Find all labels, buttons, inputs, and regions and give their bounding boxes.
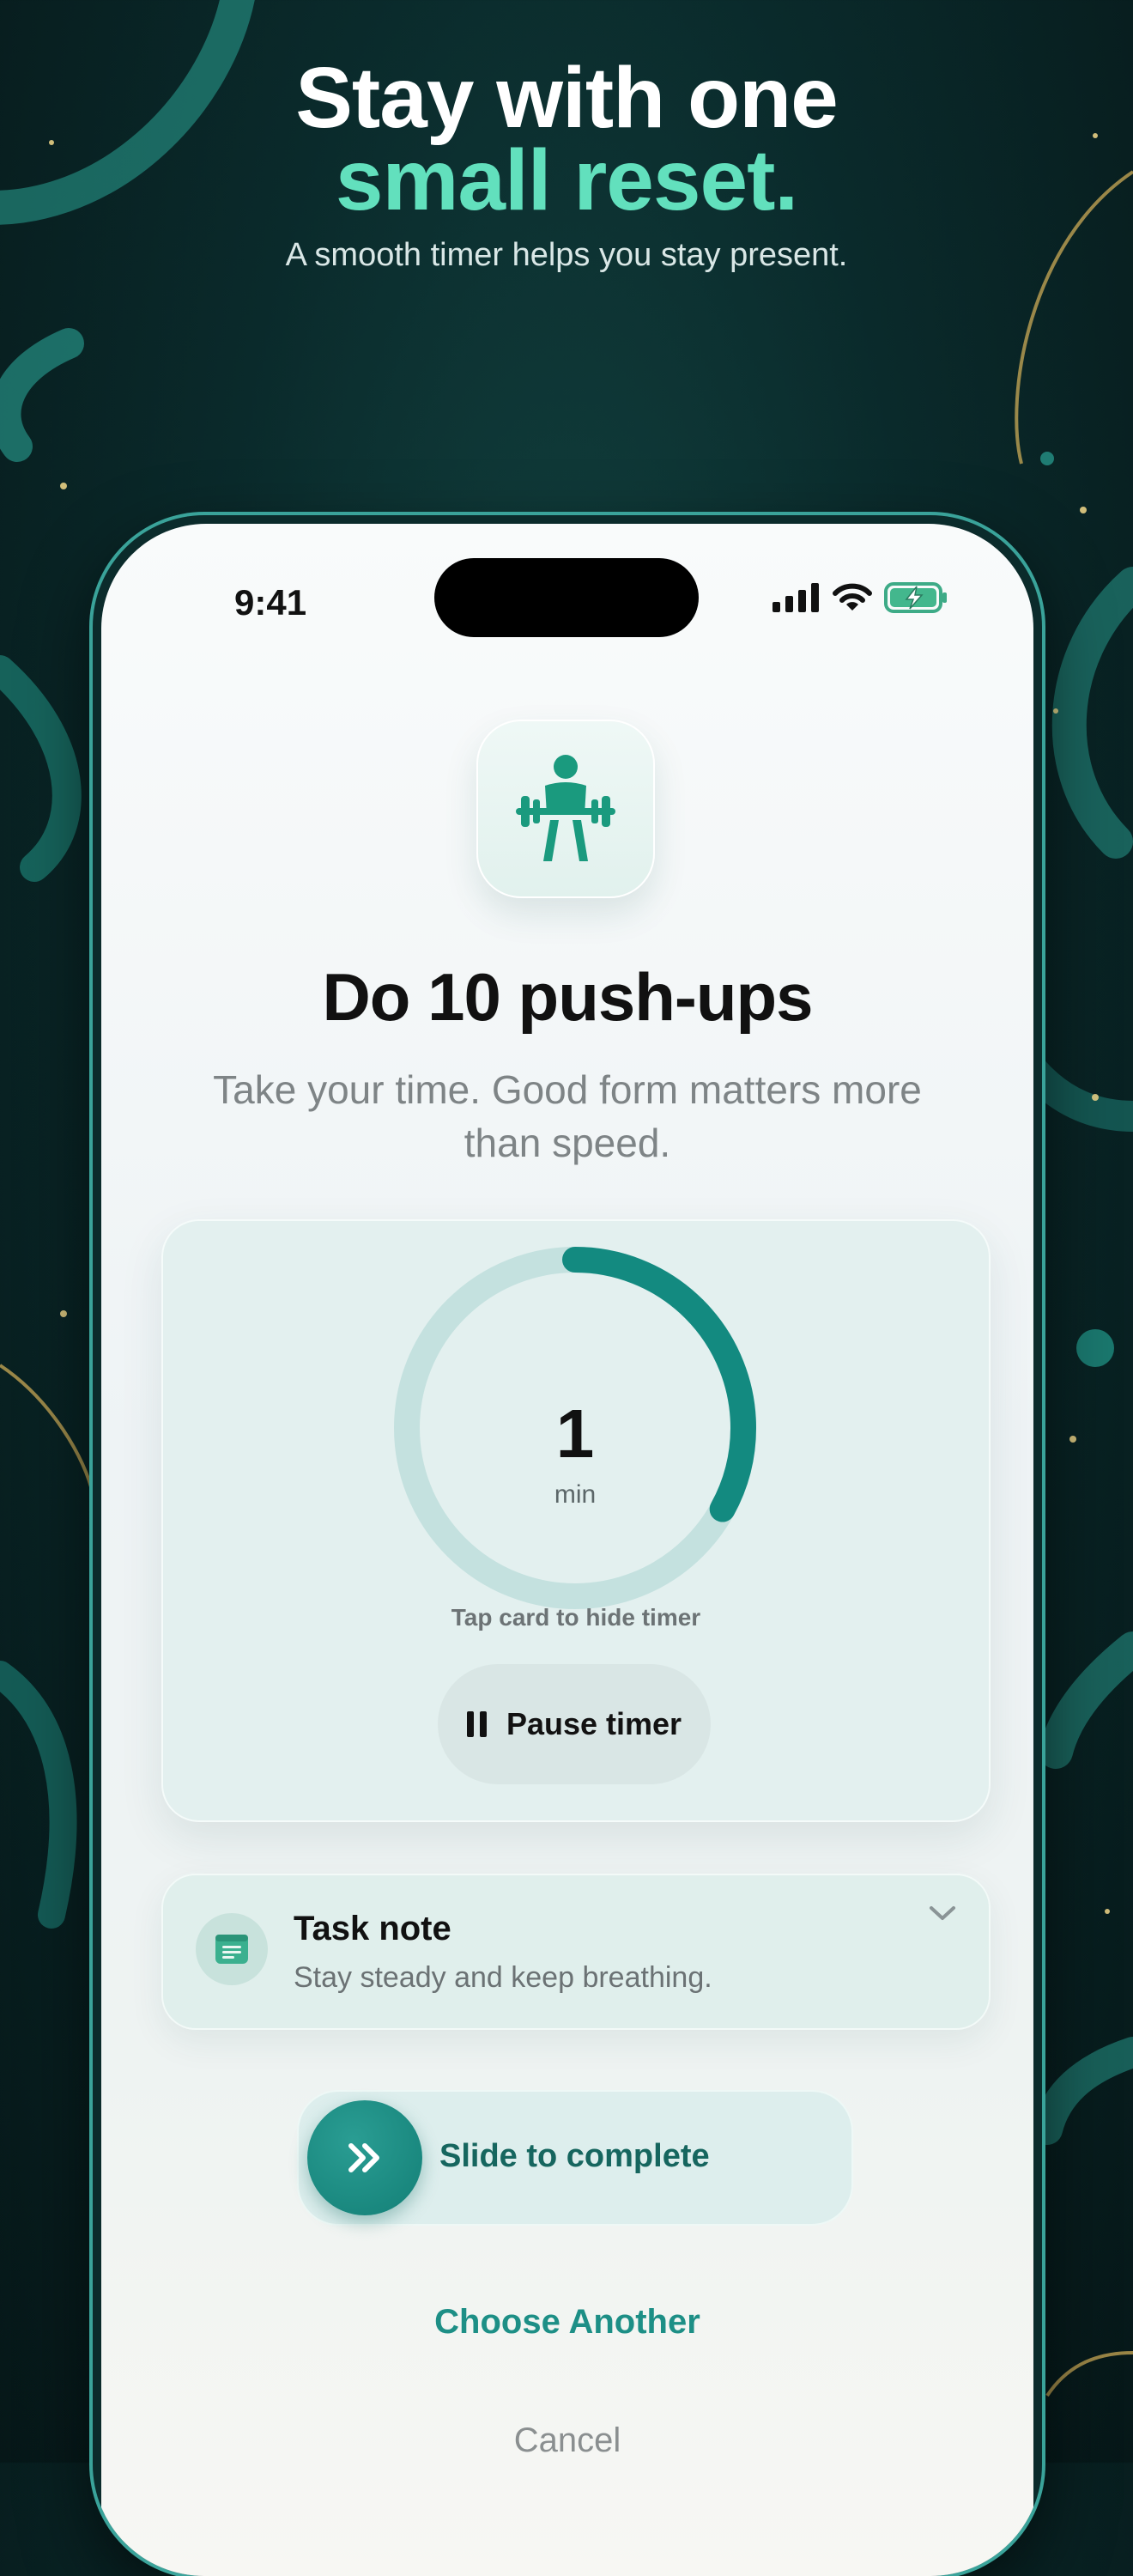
phone-frame: 9:41 Do 10 push-ups Take your time. Good… xyxy=(93,515,1042,2576)
slide-to-complete-label: Slide to complete xyxy=(439,2138,710,2174)
slider-knob[interactable] xyxy=(307,2100,422,2215)
task-title: Do 10 push-ups xyxy=(322,959,813,1035)
pause-timer-button[interactable]: Pause timer xyxy=(438,1664,711,1784)
dynamic-island xyxy=(434,558,699,637)
timer-value: 1 xyxy=(555,1395,595,1472)
status-icons xyxy=(772,582,949,613)
choose-another-button[interactable]: Choose Another xyxy=(101,2303,1033,2342)
headline-line-2: small reset. xyxy=(335,132,798,228)
status-bar: 9:41 xyxy=(101,524,1033,661)
status-time: 9:41 xyxy=(234,582,307,623)
pause-icon xyxy=(466,1711,487,1737)
headline-line-1: Stay with one xyxy=(295,50,839,146)
note-icon-badge xyxy=(196,1913,268,1985)
task-note-text: Stay steady and keep breathing. xyxy=(294,1961,712,1994)
battery-charging-icon xyxy=(884,582,947,613)
phone-screen: 9:41 Do 10 push-ups Take your time. Good… xyxy=(101,524,1033,2576)
headline-subtitle: A smooth timer helps you stay present. xyxy=(285,237,848,273)
task-icon-tile xyxy=(476,720,655,898)
slide-to-complete[interactable]: Slide to complete xyxy=(297,2090,853,2226)
hero-headline: Stay with one small reset. A smooth time… xyxy=(0,50,1133,274)
note-icon xyxy=(215,1935,248,1964)
cancel-button[interactable]: Cancel xyxy=(101,2421,1033,2460)
timer-hint: Tap card to hide timer xyxy=(451,1604,701,1631)
task-note-title: Task note xyxy=(294,1910,451,1947)
timer-ring: 1 min xyxy=(391,1243,760,1613)
weightlifter-icon xyxy=(516,755,615,861)
double-chevron-right-icon xyxy=(348,2143,379,2172)
task-description: Take your time. Good form matters more t… xyxy=(213,1067,922,1165)
wifi-icon xyxy=(833,583,872,611)
signal-icon xyxy=(772,583,819,612)
timer-unit: min xyxy=(554,1480,597,1509)
chevron-down-icon[interactable] xyxy=(929,1905,956,1922)
pause-timer-label: Pause timer xyxy=(506,1706,682,1741)
task-note-card[interactable]: Task note Stay steady and keep breathing… xyxy=(161,1874,991,2030)
timer-card[interactable]: 1 min Tap card to hide timer Pause timer xyxy=(161,1219,991,1822)
